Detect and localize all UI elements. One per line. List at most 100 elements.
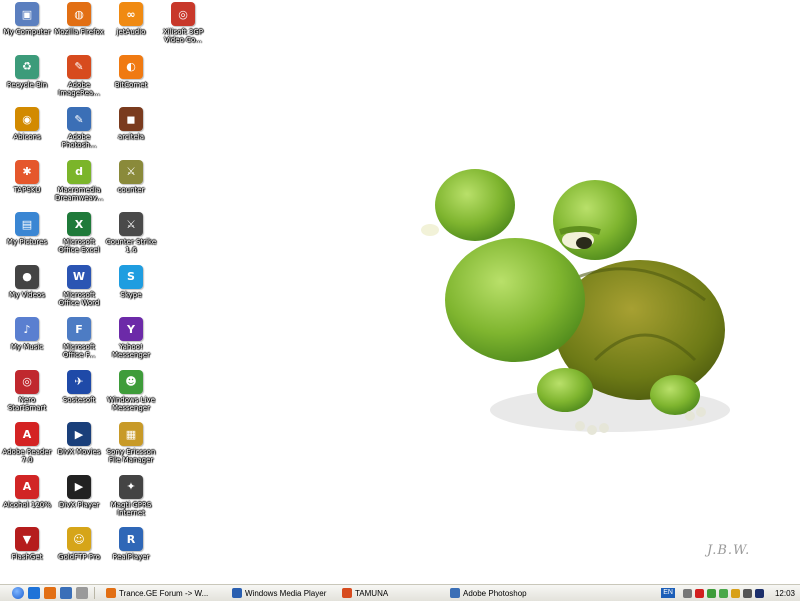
desktop-icon[interactable]: W Microsoft Office Word xyxy=(53,264,105,319)
desktop-icon[interactable]: S Skype xyxy=(105,264,157,319)
imageready-icon: ✎ xyxy=(67,54,91,79)
desktop-icon[interactable]: ♻ Recycle Bin xyxy=(1,54,53,109)
desktop-icon[interactable]: ◐ BitComet xyxy=(105,54,157,109)
desktop-icon-label: FlashGet xyxy=(11,553,43,561)
desktop-icon-label: BitComet xyxy=(114,80,148,89)
desktop-icon[interactable]: A Alcohol 120% xyxy=(1,474,53,529)
abicons-icon: ◉ xyxy=(15,107,39,131)
my-music-icon: ♪ xyxy=(15,317,39,341)
desktop-icon-label: Sostesoft xyxy=(62,395,96,404)
desktop-icon[interactable]: F Microsoft Office F... xyxy=(53,317,105,371)
start-button[interactable] xyxy=(12,587,24,599)
desktop-icon-label: GoldFTP Pro xyxy=(58,553,100,561)
desktop-icon[interactable]: ▣ My Computer xyxy=(1,2,53,56)
desktop-icon[interactable]: ▶ DivX Player xyxy=(53,474,105,529)
xilisoft-icon: ◎ xyxy=(171,2,195,26)
desktop-icon[interactable]: ◉ Abicons xyxy=(1,107,53,161)
artist-signature: J.B.W. xyxy=(707,543,751,558)
taskbar-task-button[interactable]: Trance.GE Forum -> W... xyxy=(101,586,223,601)
language-indicator[interactable]: EN xyxy=(661,588,675,598)
live-messenger-icon: ☻ xyxy=(119,369,143,394)
desktop-icon[interactable]: ▼ FlashGet xyxy=(1,527,53,581)
firefox-icon: ◍ xyxy=(67,2,91,26)
desktop-icon[interactable]: ◎ Xilisoft 3GP Video Co... xyxy=(157,2,209,56)
desktop-icon-label: arcitela xyxy=(117,133,145,141)
my-computer-icon: ▣ xyxy=(15,2,39,26)
messenger-tray-icon[interactable] xyxy=(706,588,716,598)
desktop[interactable]: J.B.W. ▣ My Computer ♻ Recycle Bin ◉ Abicons ✱… xyxy=(0,0,800,584)
alert-tray-icon[interactable] xyxy=(730,588,740,598)
sony-ericsson-icon: ▦ xyxy=(119,422,143,446)
desktop-icon[interactable]: ✎ Adobe ImageRea... xyxy=(53,54,105,109)
desktop-icon-label: Recycle Bin xyxy=(6,80,48,89)
desktop-icon-label: Alcohol 120% xyxy=(3,500,51,509)
desktop-icon[interactable]: ☻ Windows Live Messenger xyxy=(105,369,157,424)
desktop-icon[interactable]: ● My Videos xyxy=(1,264,53,319)
desktop-icon-label: TAPSKU xyxy=(13,185,41,194)
desktop-icon-label: My Music xyxy=(10,343,44,351)
media-quicklaunch-icon[interactable] xyxy=(76,587,88,599)
nero-icon: ◎ xyxy=(15,369,39,394)
show-desktop-icon[interactable] xyxy=(28,587,40,599)
tray-arrow-icon[interactable] xyxy=(682,588,692,598)
desktop-icon[interactable]: ♪ My Music xyxy=(1,317,53,371)
taskbar: Trance.GE Forum -> W... Windows Media Pla… xyxy=(0,584,800,601)
desktop-icon[interactable]: ∞ jetAudio xyxy=(105,2,157,56)
volume-tray-icon[interactable] xyxy=(742,588,752,598)
desktop-icon-label: jetAudio xyxy=(116,28,146,36)
taskbar-task-label: Windows Media Player xyxy=(245,588,327,598)
desktop-icon[interactable]: ◎ Nero StartSmart xyxy=(1,369,53,424)
desktop-icon[interactable]: ✎ Adobe Photosh... xyxy=(53,107,105,161)
desktop-icon-label: Microsoft Office F... xyxy=(62,343,96,359)
desktop-icon[interactable]: d Macromedia Dreamweav... xyxy=(53,159,105,214)
display-tray-icon[interactable] xyxy=(754,588,764,598)
desktop-icon-label: Adobe Reader 7.0 xyxy=(2,448,52,464)
desktop-icon[interactable]: X Microsoft Office Excel xyxy=(53,212,105,266)
desktop-icon[interactable]: ✦ Magti GPRS Internet xyxy=(105,474,157,529)
taskbar-task-label: TAMUNA xyxy=(355,588,389,598)
desktop-icon[interactable]: ⚔ counter xyxy=(105,159,157,214)
network-tray-icon[interactable] xyxy=(718,588,728,598)
desktop-icon[interactable]: ☺ GoldFTP Pro xyxy=(53,527,105,581)
taskbar-task-button[interactable]: Adobe Photoshop xyxy=(445,586,545,601)
taskbar-task-button[interactable]: TAMUNA xyxy=(337,586,441,601)
taskbar-task-button[interactable]: Windows Media Player xyxy=(227,586,333,601)
desktop-icon[interactable]: ◍ Mozilla Firefox xyxy=(53,2,105,56)
desktop-icon[interactable]: ▦ Sony Ericsson File Manager xyxy=(105,422,157,476)
photoshop-icon xyxy=(450,588,460,598)
firefox-quicklaunch-icon[interactable] xyxy=(44,587,56,599)
frontpage-icon: F xyxy=(67,317,91,341)
divx-player-icon: ▶ xyxy=(67,474,91,499)
desktop-icon-label: DivX Movies xyxy=(57,448,101,456)
arcitela-icon: ◼ xyxy=(119,107,143,131)
jetaudio-icon: ∞ xyxy=(119,2,143,26)
desktop-icon[interactable]: Y Yahoo! Messenger xyxy=(105,317,157,371)
desktop-icon-label: Xilisoft 3GP Video Co... xyxy=(163,28,203,44)
explorer-quicklaunch-icon[interactable] xyxy=(60,587,72,599)
realplayer-icon: R xyxy=(119,527,143,551)
desktop-icon[interactable]: A Adobe Reader 7.0 xyxy=(1,422,53,476)
my-videos-icon: ● xyxy=(15,264,39,289)
desktop-icon-label: Magti GPRS Internet xyxy=(110,500,152,517)
clock[interactable]: 12:03 xyxy=(775,589,795,598)
bitcomet-icon: ◐ xyxy=(119,54,143,79)
taskbar-task-label: Trance.GE Forum -> W... xyxy=(119,588,209,598)
desktop-icon[interactable]: ✈ Sostesoft xyxy=(53,369,105,424)
media-player-icon xyxy=(232,588,242,598)
desktop-icon[interactable]: ▶ DivX Movies xyxy=(53,422,105,476)
desktop-icon[interactable]: ⚔ Counter Strike 1.6 xyxy=(105,212,157,266)
adobe-reader-icon: A xyxy=(15,422,39,446)
flashget-icon: ▼ xyxy=(15,527,39,551)
kaspersky-tray-icon[interactable] xyxy=(694,588,704,598)
desktop-icon[interactable]: ▤ My Pictures xyxy=(1,212,53,266)
desktop-icon-label: My Computer xyxy=(3,28,51,36)
desktop-icon[interactable]: ✱ TAPSKU xyxy=(1,159,53,214)
desktop-icon-label: My Pictures xyxy=(6,238,48,246)
dreamweaver-icon: d xyxy=(67,159,91,184)
desktop-icon-label: Abicons xyxy=(13,133,41,141)
desktop-icon-label: Microsoft Office Word xyxy=(58,290,100,307)
desktop-icon[interactable]: R RealPlayer xyxy=(105,527,157,581)
firefox-icon xyxy=(106,588,116,598)
desktop-icon[interactable]: ◼ arcitela xyxy=(105,107,157,161)
task-list: Trance.GE Forum -> W... Windows Media Pla… xyxy=(101,586,549,601)
